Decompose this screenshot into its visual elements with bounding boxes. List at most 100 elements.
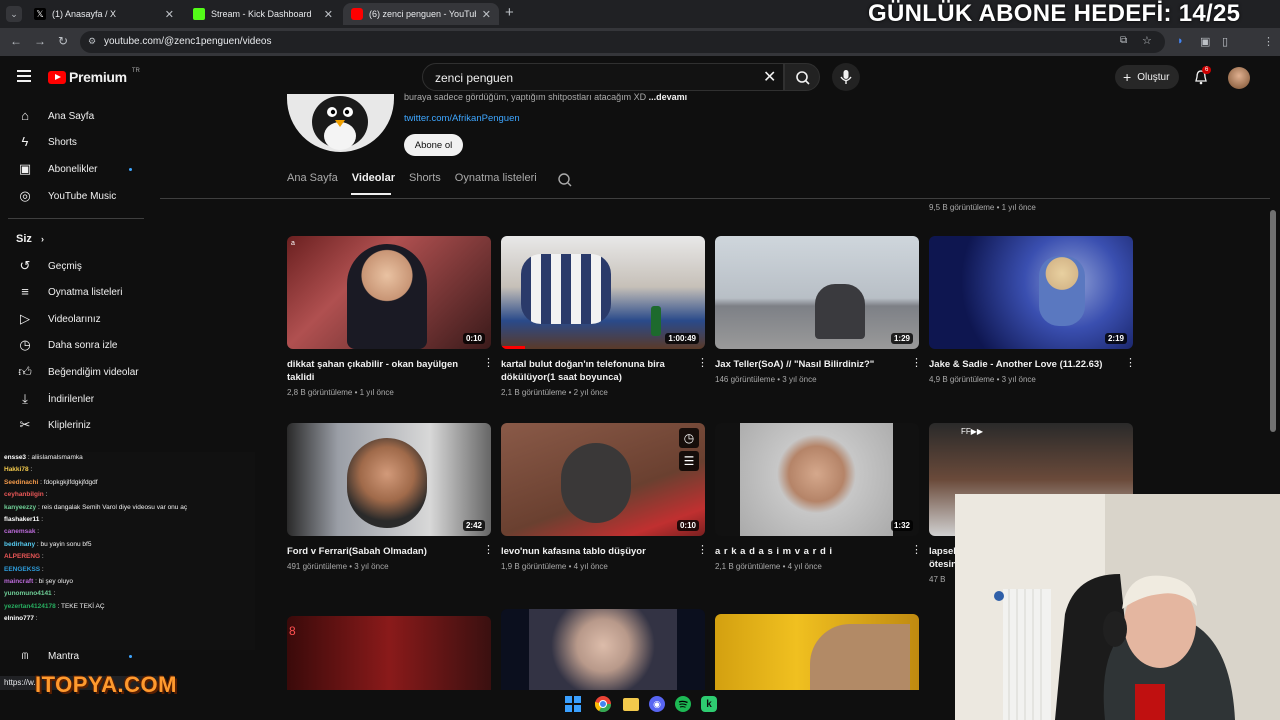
more-actions-icon[interactable]: ⋮ [911, 545, 922, 556]
file-explorer-icon[interactable] [623, 697, 639, 711]
close-tab-icon[interactable]: ✕ [324, 8, 333, 21]
chat-username[interactable]: yezertan4124178 [4, 603, 56, 610]
sidebar-item-your-videos[interactable]: ▷ Videolarınız [0, 306, 152, 332]
extension-icon[interactable]: ◗ [1177, 35, 1184, 47]
voice-search-button[interactable] [832, 63, 860, 91]
more-actions-icon[interactable]: ⋮ [1125, 358, 1136, 369]
chat-username[interactable]: ensse3 [4, 454, 26, 461]
account-avatar[interactable] [1228, 67, 1250, 89]
sidebar-item-history[interactable]: ↺ Geçmiş [0, 253, 152, 279]
close-tab-icon[interactable]: ✕ [165, 8, 174, 21]
chat-username[interactable]: Seedinachi [4, 479, 38, 486]
video-title[interactable]: Jake & Sadie - Another Love (11.22.63) [929, 358, 1113, 371]
sidebar-item-home[interactable]: ⌂ Ana Sayfa [0, 103, 152, 129]
video-card[interactable]: 1:00:49 kartal bulut doğan'ın telefonuna… [501, 236, 708, 397]
close-tab-icon[interactable]: ✕ [482, 8, 491, 21]
video-thumbnail[interactable]: 1:00:49 [501, 236, 705, 349]
video-card[interactable]: 1:32 a r k a d a s i m v a r d i 2,1 B g… [715, 423, 922, 571]
chat-username[interactable]: kanyeezzy [4, 504, 36, 511]
chat-username[interactable]: Hakki78 [4, 466, 29, 473]
watch-later-icon[interactable]: ◷ [679, 428, 699, 448]
video-thumbnail[interactable]: a 0:10 [287, 236, 491, 349]
subscribe-button[interactable]: Abone ol [404, 134, 463, 156]
tab-shorts[interactable]: Shorts [409, 172, 441, 192]
sidebar-item-youtube-music[interactable]: ◎ YouTube Music [0, 183, 152, 209]
video-card[interactable]: 2:19 Jake & Sadie - Another Love (11.22.… [929, 236, 1136, 384]
browser-tab-x[interactable]: 𝕏 (1) Anasayfa / X ✕ [26, 3, 182, 25]
chat-username[interactable]: ALPERENG [4, 553, 40, 560]
video-thumbnail[interactable] [501, 609, 705, 690]
sidebar-item-clips[interactable]: ✂ Klipleriniz [0, 412, 152, 438]
bookmark-star-icon[interactable]: ☆ [1142, 34, 1152, 47]
tab-videos[interactable]: Videolar [352, 172, 395, 192]
video-thumbnail[interactable]: 2:42 [287, 423, 491, 536]
menu-icon[interactable] [17, 70, 31, 82]
search-button[interactable] [784, 63, 820, 91]
page-scrollbar[interactable] [1270, 210, 1276, 432]
more-actions-icon[interactable]: ⋮ [911, 358, 922, 369]
tab-home[interactable]: Ana Sayfa [287, 172, 338, 192]
spotify-icon[interactable] [675, 696, 691, 712]
video-title[interactable]: levo'nun kafasına tablo düşüyor [501, 545, 685, 558]
tab-playlists[interactable]: Oynatma listeleri [455, 172, 537, 192]
video-card[interactable]: a 0:10 dikkat şahan çıkabilir - okan bay… [287, 236, 494, 397]
video-title[interactable]: kartal bulut doğan'ın telefonuna bira dö… [501, 358, 685, 384]
sidebar-item-subscriptions[interactable]: ▣ Abonelikler [0, 156, 152, 182]
site-info-icon[interactable]: ⚙ [88, 36, 96, 47]
chrome-icon[interactable] [593, 694, 613, 714]
channel-external-link[interactable]: twitter.com/AfrikanPenguen [404, 113, 520, 124]
video-thumbnail[interactable] [715, 614, 919, 690]
clear-search-icon[interactable]: ✕ [763, 67, 776, 87]
create-button[interactable]: + Oluştur [1115, 65, 1179, 89]
chat-username[interactable]: yunomuno4141 [4, 590, 52, 597]
browser-tab-youtube[interactable]: (6) zenci penguen - YouTube ✕ [343, 3, 499, 25]
discord-icon[interactable]: ◉ [649, 696, 665, 712]
new-tab-button[interactable]: + [505, 4, 514, 21]
chat-username[interactable]: EENGEKSS [4, 566, 40, 573]
video-card[interactable]: 1:29 Jax Teller(SoA) // "Nasıl Bilirdini… [715, 236, 922, 384]
install-icon[interactable]: ⧉ [1120, 35, 1127, 46]
sidebar-item-liked-videos[interactable]: 👍︎ Beğendiğim videolar [0, 359, 152, 385]
video-card[interactable]: ◷ ☰ 0:10 levo'nun kafasına tablo düşüyor… [501, 423, 708, 571]
youtube-premium-logo[interactable]: Premium TR [48, 68, 140, 85]
chat-username[interactable]: ceyhanbilgin [4, 491, 44, 498]
windows-start-icon[interactable] [563, 694, 583, 714]
channel-avatar[interactable] [287, 94, 394, 152]
video-card[interactable]: 2:42 Ford v Ferrari(Sabah Olmadan) 491 g… [287, 423, 494, 571]
video-thumbnail[interactable]: 1:29 [715, 236, 919, 349]
sidebar-item-shorts[interactable]: ϟ Shorts [0, 129, 152, 155]
video-title[interactable]: dikkat şahan çıkabilir - okan bayülgen t… [287, 358, 471, 384]
chat-username[interactable]: maincraft [4, 578, 33, 585]
tab-search-icon[interactable]: ⌄ [6, 6, 22, 22]
menu-kebab-icon[interactable]: ⋮ [1263, 35, 1274, 48]
more-actions-icon[interactable]: ⋮ [697, 358, 708, 369]
reload-icon[interactable]: ↻ [58, 34, 68, 48]
video-title[interactable]: a r k a d a s i m v a r d i [715, 545, 899, 558]
video-thumbnail[interactable]: ◷ ☰ 0:10 [501, 423, 705, 536]
chat-username[interactable]: flashaker11 [4, 516, 39, 523]
more-actions-icon[interactable]: ⋮ [697, 545, 708, 556]
show-more-link[interactable]: ...devamı [649, 92, 688, 102]
video-title[interactable]: Jax Teller(SoA) // "Nasıl Bilirdiniz?" [715, 358, 899, 371]
video-thumbnail[interactable]: 8 [287, 616, 491, 690]
video-thumbnail[interactable]: 2:19 [929, 236, 1133, 349]
sidebar-item-watch-later[interactable]: ◷ Daha sonra izle [0, 332, 152, 358]
back-icon[interactable]: ← [10, 34, 22, 48]
more-actions-icon[interactable]: ⋮ [483, 358, 494, 369]
channel-search-icon[interactable] [557, 172, 573, 188]
sidebar-you-section[interactable]: Siz › [16, 233, 44, 245]
chat-username[interactable]: elnino777 [4, 615, 34, 622]
forward-icon[interactable]: → [34, 34, 46, 48]
search-input[interactable]: zenci penguen ✕ [422, 63, 784, 91]
video-thumbnail[interactable]: 1:32 [715, 423, 919, 536]
browser-tab-kick[interactable]: Stream - Kick Dashboard ✕ [185, 3, 341, 25]
more-actions-icon[interactable]: ⋮ [483, 545, 494, 556]
extensions-puzzle-icon[interactable]: ▣ [1200, 35, 1210, 48]
sidebar-item-downloads[interactable]: ⤓ İndirilenler [0, 386, 152, 412]
video-title[interactable]: Ford v Ferrari(Sabah Olmadan) [287, 545, 471, 558]
address-bar[interactable]: ⚙ youtube.com/@zenc1penguen/videos ⧉ ☆ [80, 31, 1165, 53]
chat-username[interactable]: canemsak [4, 528, 35, 535]
sidebar-item-playlists[interactable]: ≡ Oynatma listeleri [0, 279, 152, 305]
chat-username[interactable]: bedirhany [4, 541, 35, 548]
kick-icon[interactable]: k [701, 696, 717, 712]
